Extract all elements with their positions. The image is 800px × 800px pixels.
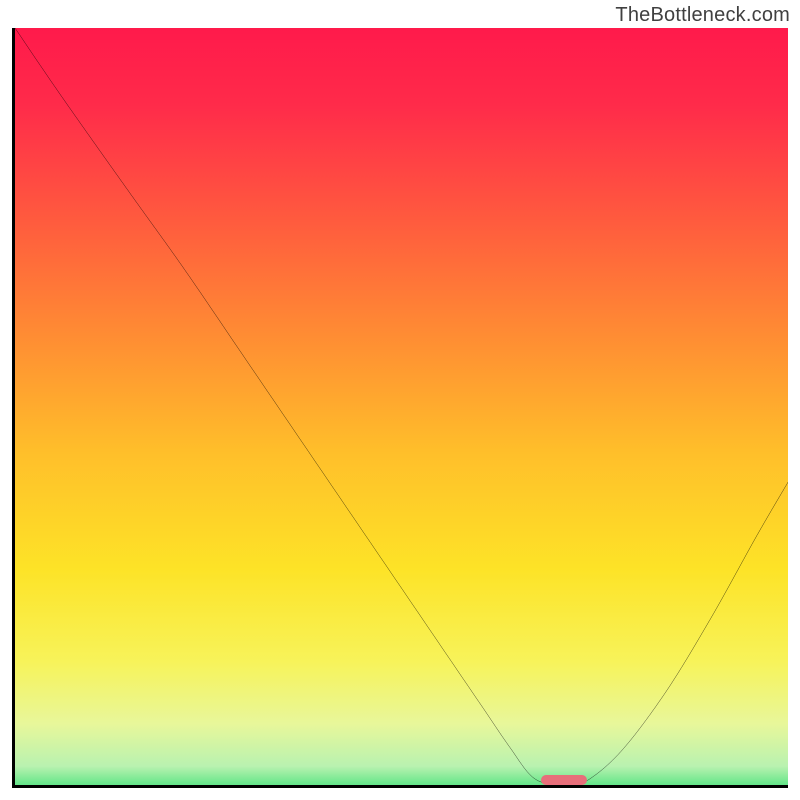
bottleneck-curve [15,28,788,785]
watermark-label: TheBottleneck.com [615,4,790,27]
optimal-marker [541,775,587,785]
chart-frame: TheBottleneck.com [0,0,800,800]
plot-area [12,28,788,788]
